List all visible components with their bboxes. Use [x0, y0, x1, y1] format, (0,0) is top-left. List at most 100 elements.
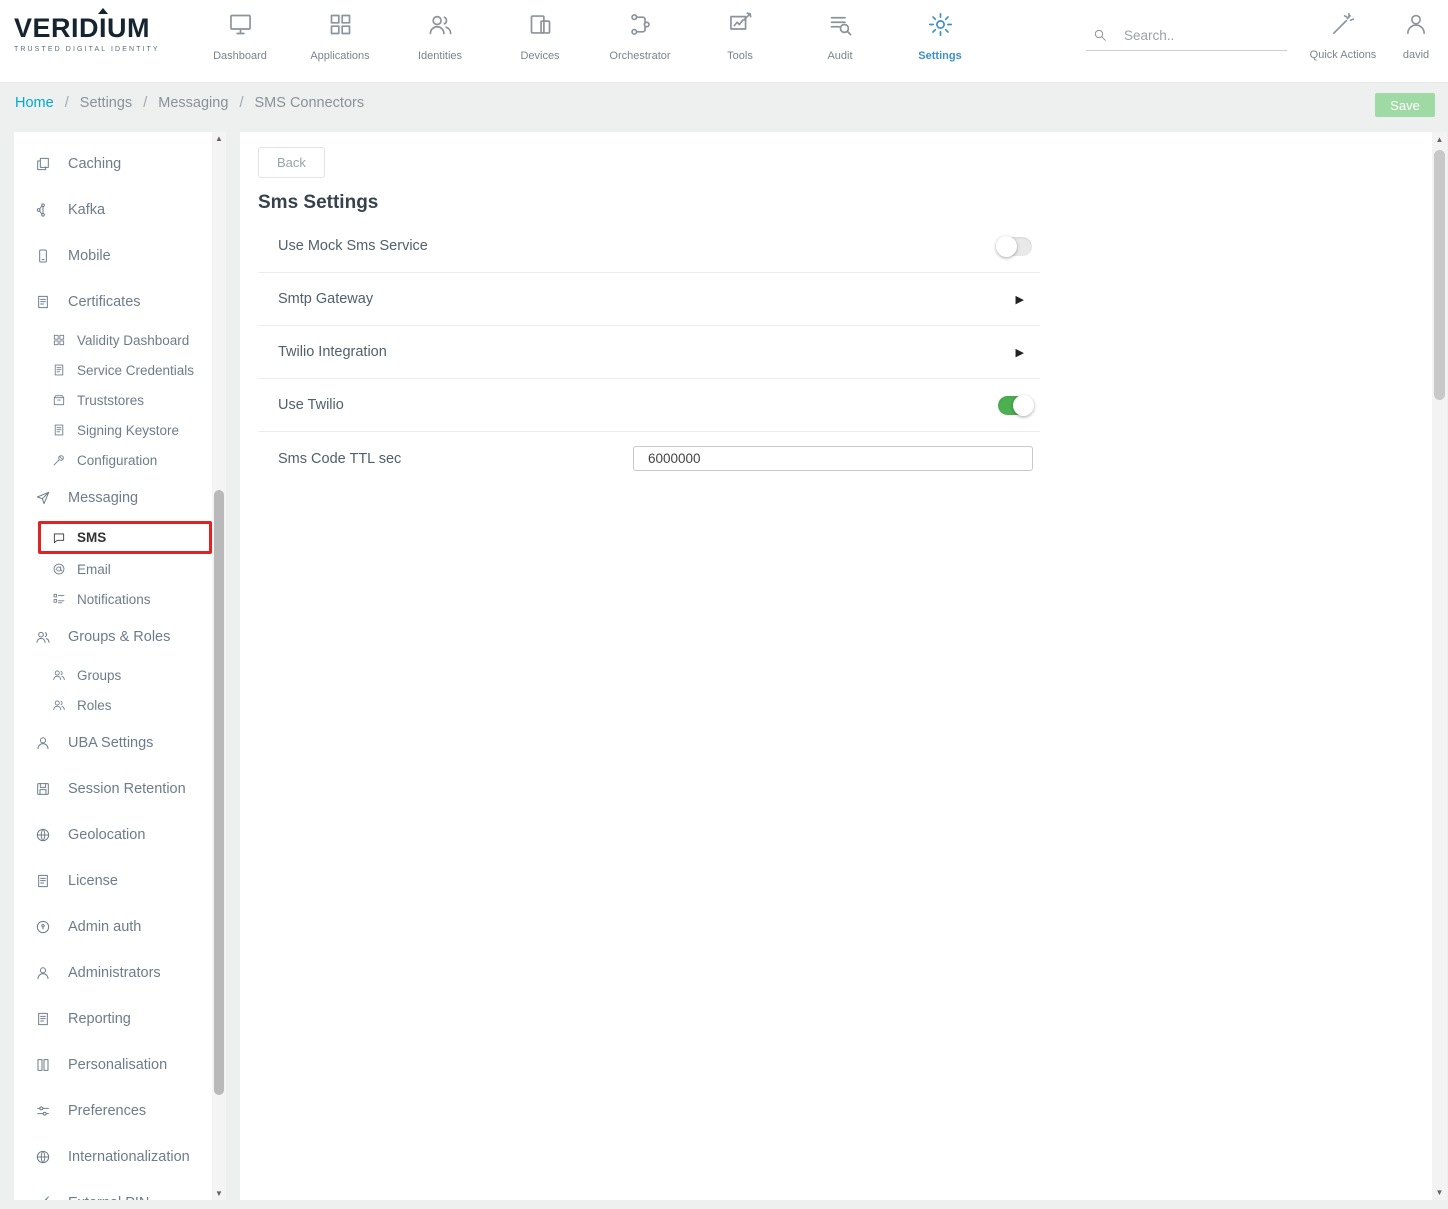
sidebar-item-validity-dashboard[interactable]: Validity Dashboard: [14, 325, 212, 355]
smtp-gateway-expand-icon[interactable]: ▶: [1016, 293, 1024, 306]
sidebar-item-personalisation[interactable]: Personalisation: [14, 1042, 212, 1088]
nav-item-identities[interactable]: Identities: [390, 11, 490, 62]
breadcrumb-settings[interactable]: Settings: [80, 95, 132, 111]
quick-actions-label: Quick Actions: [1301, 49, 1385, 61]
sidebar-item-reporting[interactable]: Reporting: [14, 996, 212, 1042]
magic-wand-icon: [1330, 11, 1356, 37]
sms-code-ttl-row: Sms Code TTL sec: [258, 432, 1040, 485]
sidebar-scroll-down-icon[interactable]: ▼: [212, 1189, 226, 1198]
main-scroll-up-icon[interactable]: ▲: [1432, 135, 1447, 144]
toggle-knob: [996, 236, 1017, 257]
admin-auth-icon: [35, 919, 51, 935]
sms-settings-panel: Back Sms Settings Use Mock Sms Service S…: [240, 132, 1432, 1200]
main-scrollbar[interactable]: ▲ ▼: [1432, 132, 1447, 1200]
messaging-icon: [35, 490, 51, 506]
brand-tagline: TRUSTED DIGITAL IDENTITY: [14, 46, 160, 53]
internationalization-icon: [35, 1149, 51, 1165]
roles-icon: [52, 698, 66, 712]
nav-item-orchestrator[interactable]: Orchestrator: [590, 11, 690, 62]
breadcrumb-home-link[interactable]: Home: [15, 95, 54, 111]
logo-caret-icon: [98, 8, 108, 14]
groups-roles-icon: [35, 629, 51, 645]
tools-icon: [727, 11, 754, 38]
caching-icon: [35, 156, 51, 172]
sidebar-item-roles[interactable]: Roles: [14, 690, 212, 720]
sidebar-item-session-retention[interactable]: Session Retention: [14, 766, 212, 812]
sidebar-item-configuration[interactable]: Configuration: [14, 445, 212, 475]
main-scroll-thumb[interactable]: [1434, 150, 1445, 400]
geolocation-icon: [35, 827, 51, 843]
top-header: VERIDIUM TRUSTED DIGITAL IDENTITY Dashbo…: [0, 0, 1448, 83]
sidebar-item-geolocation[interactable]: Geolocation: [14, 812, 212, 858]
sidebar-item-certificates[interactable]: Certificates: [14, 279, 212, 325]
sidebar-item-notifications[interactable]: Notifications: [14, 584, 212, 614]
external-pin-icon: [35, 1195, 51, 1200]
settings-rows: Use Mock Sms Service Smtp Gateway ▶ Twil…: [258, 220, 1040, 485]
sidebar-item-admin-auth[interactable]: Admin auth: [14, 904, 212, 950]
use-twilio-toggle[interactable]: [998, 396, 1032, 415]
sidebar-item-sms[interactable]: SMS: [38, 521, 212, 554]
sidebar-item-truststores[interactable]: Truststores: [14, 385, 212, 415]
sidebar-item-messaging[interactable]: Messaging: [14, 475, 212, 521]
main-scroll-down-icon[interactable]: ▼: [1432, 1188, 1447, 1197]
quick-actions-button[interactable]: Quick Actions: [1301, 11, 1385, 61]
reporting-icon: [35, 1011, 51, 1027]
sms-code-ttl-input[interactable]: [633, 446, 1033, 471]
sidebar-scrollbar[interactable]: ▲ ▼: [212, 132, 226, 1200]
save-button[interactable]: Save: [1375, 93, 1435, 117]
service-credentials-icon: [52, 363, 66, 377]
use-mock-sms-toggle[interactable]: [998, 237, 1032, 256]
nav-item-audit[interactable]: Audit: [790, 11, 890, 62]
search-input[interactable]: [1124, 28, 1274, 43]
twilio-integration-row[interactable]: Twilio Integration ▶: [258, 326, 1040, 379]
back-button[interactable]: Back: [258, 147, 325, 178]
sidebar-item-license[interactable]: License: [14, 858, 212, 904]
search-icon[interactable]: [1092, 27, 1108, 43]
global-search: [1086, 27, 1287, 51]
user-menu[interactable]: david: [1384, 11, 1448, 61]
top-navigation: Dashboard Applications Identities Device…: [190, 11, 990, 62]
sidebar-item-internationalization[interactable]: Internationalization: [14, 1134, 212, 1180]
session-retention-icon: [35, 781, 51, 797]
signing-keystore-icon: [52, 423, 66, 437]
sidebar-item-service-credentials[interactable]: Service Credentials: [14, 355, 212, 385]
breadcrumb-separator: /: [239, 95, 243, 111]
nav-item-dashboard[interactable]: Dashboard: [190, 11, 290, 62]
twilio-integration-expand-icon[interactable]: ▶: [1016, 346, 1024, 359]
sidebar-item-signing-keystore[interactable]: Signing Keystore: [14, 415, 212, 445]
smtp-gateway-row[interactable]: Smtp Gateway ▶: [258, 273, 1040, 326]
breadcrumb-separator: /: [65, 95, 69, 111]
sidebar-scroll-thumb[interactable]: [214, 490, 224, 1095]
sidebar-item-kafka[interactable]: Kafka: [14, 187, 212, 233]
email-icon: [52, 562, 66, 576]
sidebar-item-preferences[interactable]: Preferences: [14, 1088, 212, 1134]
sidebar-item-uba-settings[interactable]: UBA Settings: [14, 720, 212, 766]
nav-item-devices[interactable]: Devices: [490, 11, 590, 62]
kafka-icon: [35, 202, 51, 218]
validity-dashboard-icon: [52, 333, 66, 347]
brand-logo[interactable]: VERIDIUM TRUSTED DIGITAL IDENTITY: [14, 15, 160, 53]
uba-settings-icon: [35, 735, 51, 751]
administrators-icon: [35, 965, 51, 981]
sidebar-item-email[interactable]: Email: [14, 554, 212, 584]
sidebar-item-caching[interactable]: Caching: [14, 141, 212, 187]
sidebar-scroll-up-icon[interactable]: ▲: [212, 134, 226, 143]
breadcrumb-bar: Home / Settings / Messaging / SMS Connec…: [0, 84, 1448, 132]
sidebar-item-groups[interactable]: Groups: [14, 660, 212, 690]
identities-icon: [427, 11, 454, 38]
truststores-icon: [52, 393, 66, 407]
breadcrumb-separator: /: [143, 95, 147, 111]
nav-item-settings[interactable]: Settings: [890, 11, 990, 62]
nav-item-applications[interactable]: Applications: [290, 11, 390, 62]
applications-icon: [327, 11, 354, 38]
sidebar-item-administrators[interactable]: Administrators: [14, 950, 212, 996]
sidebar-item-mobile[interactable]: Mobile: [14, 233, 212, 279]
breadcrumb-messaging[interactable]: Messaging: [158, 95, 228, 111]
nav-item-tools[interactable]: Tools: [690, 11, 790, 62]
settings-sidebar: Caching Kafka Mobile Certificates Validi…: [14, 132, 212, 1200]
orchestrator-icon: [627, 11, 654, 38]
configuration-icon: [52, 453, 66, 467]
toggle-knob: [1013, 395, 1034, 416]
sidebar-item-external-pin[interactable]: External PIN: [14, 1180, 212, 1200]
sidebar-item-groups-roles[interactable]: Groups & Roles: [14, 614, 212, 660]
